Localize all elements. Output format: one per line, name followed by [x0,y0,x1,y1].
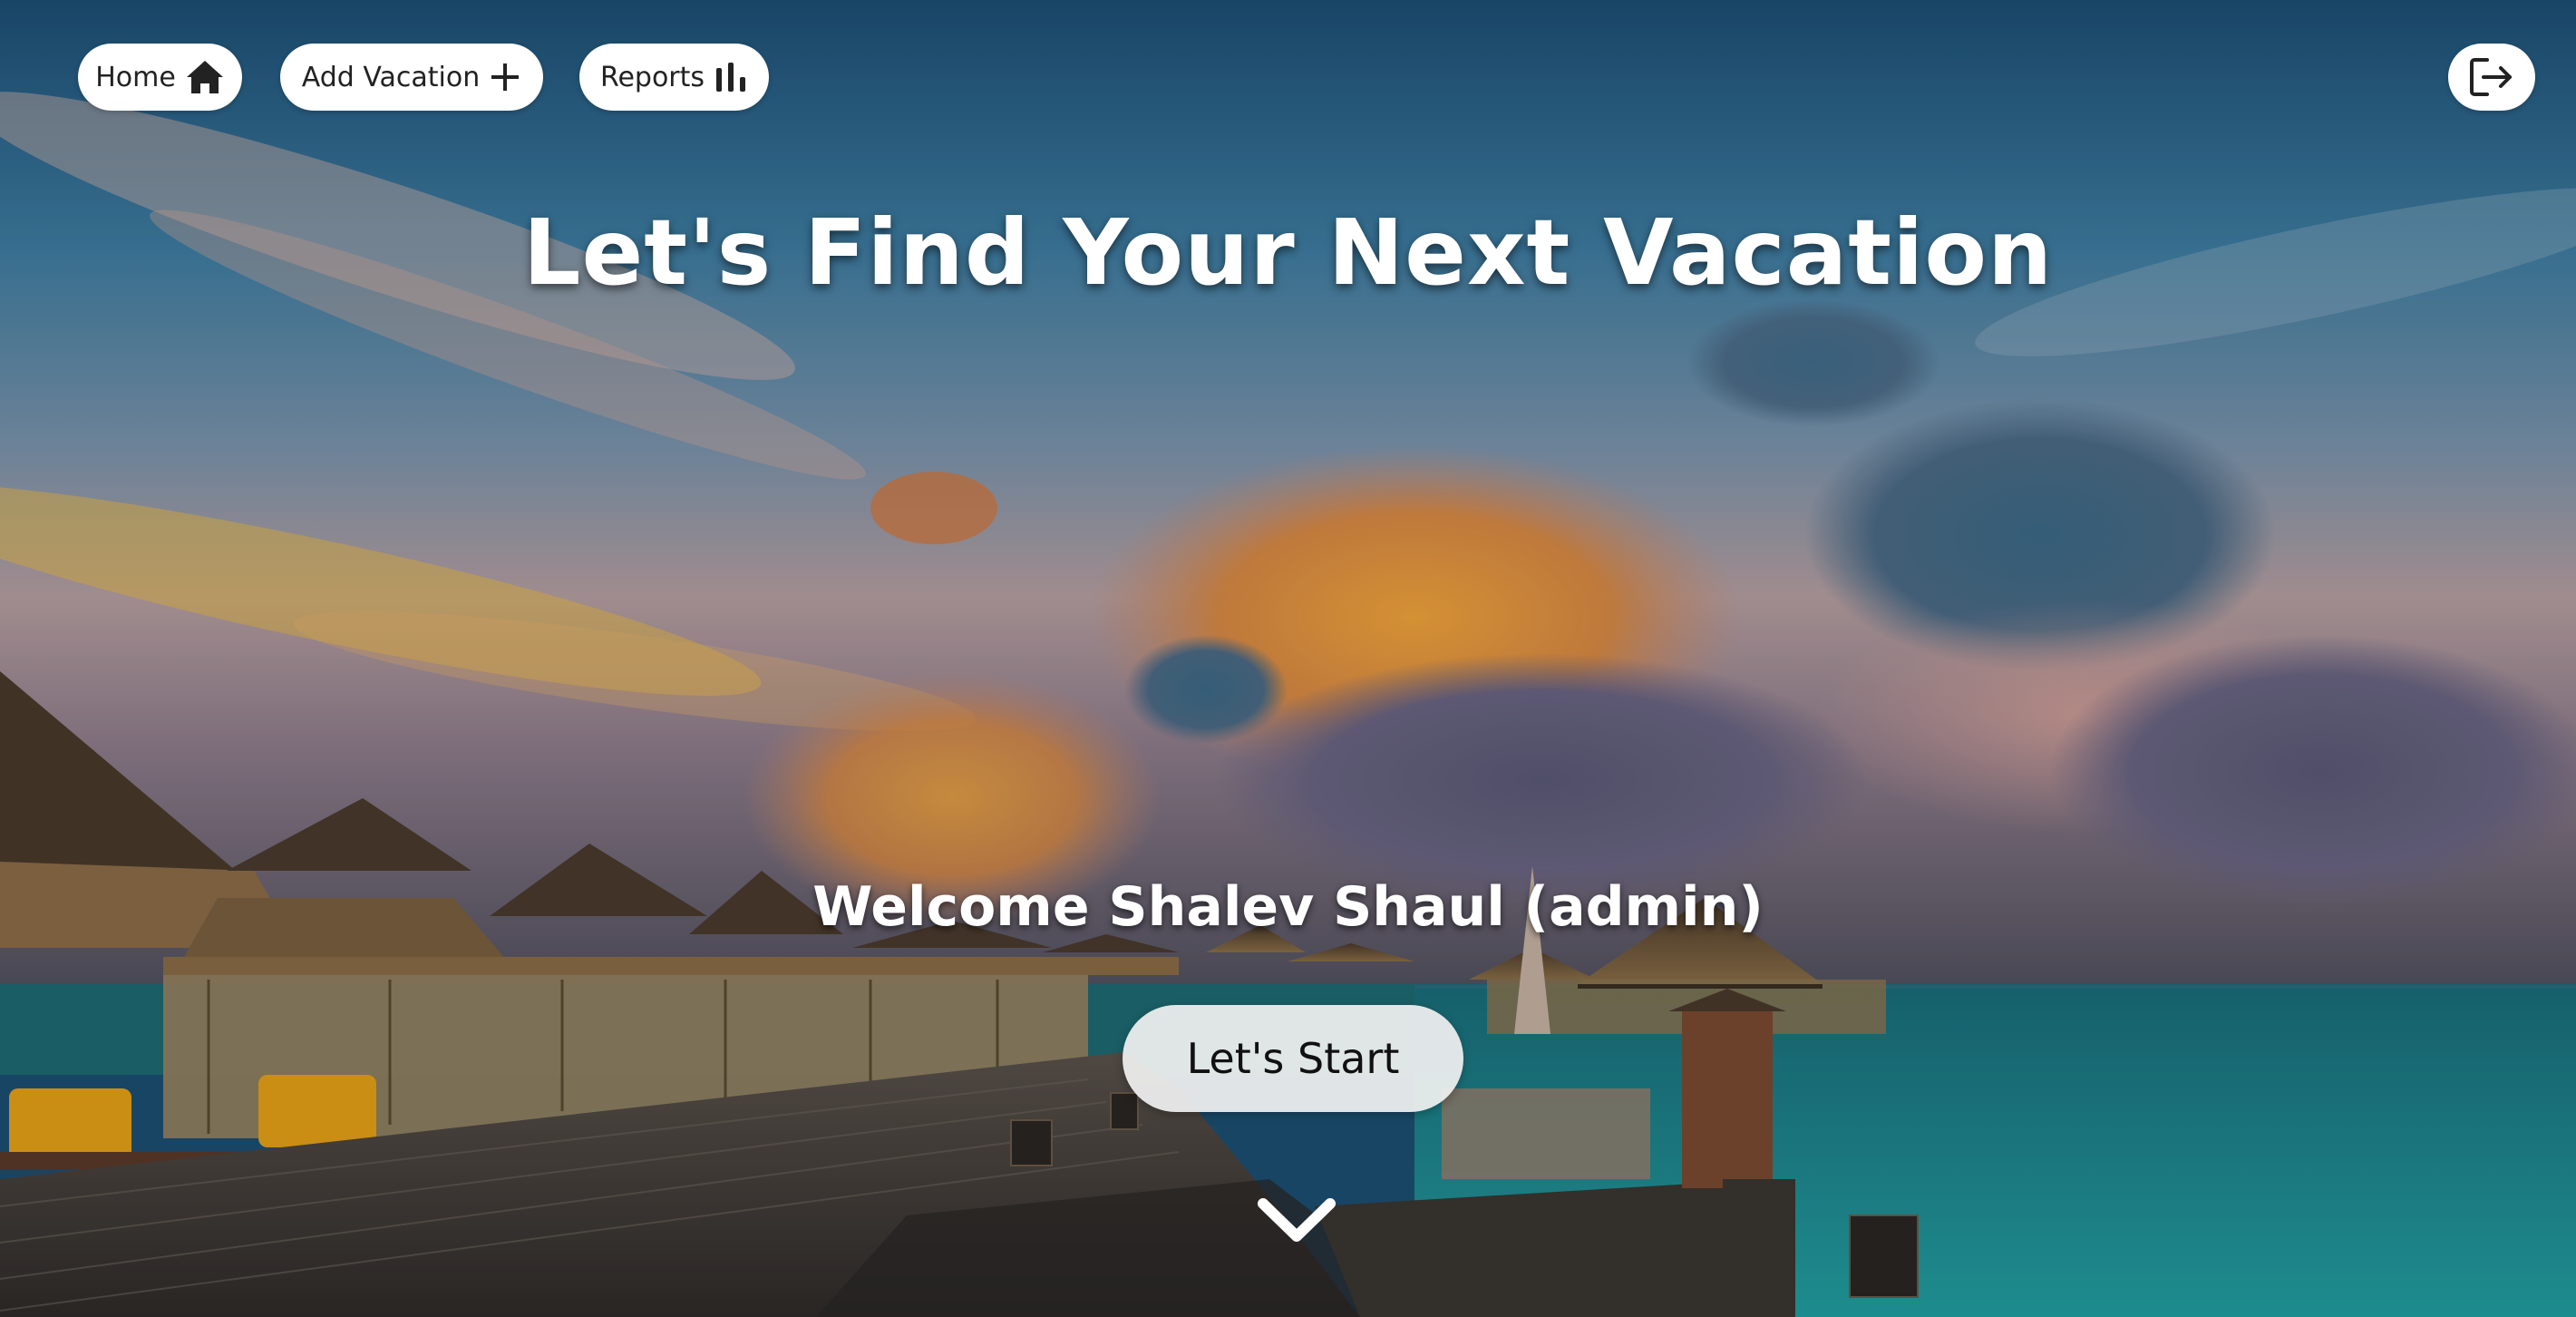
logout-icon [2470,58,2512,96]
reports-label: Reports [599,61,705,93]
hero-background [0,0,2576,1317]
reports-button[interactable]: Reports [579,44,769,111]
add-vacation-label: Add Vacation [301,61,481,93]
page-title: Let's Find Your Next Vacation [522,200,2054,306]
home-label: Home [95,61,176,93]
plus-icon [491,63,520,91]
resort-sunset-photo [0,0,2576,1317]
logout-button[interactable] [2448,44,2535,111]
scroll-down-button[interactable] [1253,1188,1340,1252]
home-button[interactable]: Home [78,44,242,111]
chevron-down-icon [1258,1198,1336,1242]
home-icon [186,61,223,93]
add-vacation-button[interactable]: Add Vacation [280,44,543,111]
bar-chart-icon [716,63,746,92]
lets-start-button[interactable]: Let's Start [1123,1005,1463,1112]
welcome-message: Welcome Shalev Shaul (admin) [812,875,1764,939]
